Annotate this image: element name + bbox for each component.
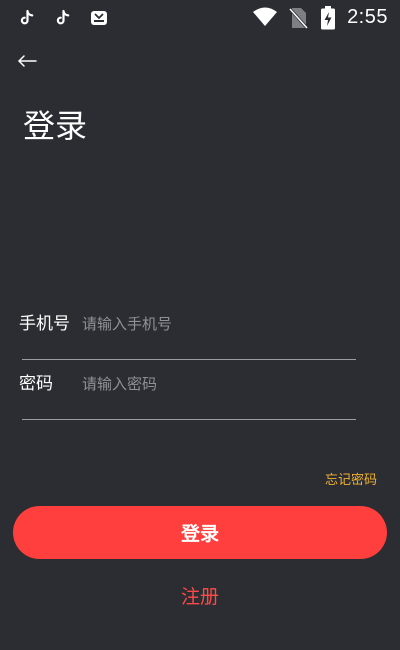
password-field-underline bbox=[22, 419, 356, 420]
wifi-icon bbox=[252, 6, 278, 28]
password-input[interactable] bbox=[82, 370, 352, 398]
status-bar: 2:55 bbox=[0, 0, 400, 36]
status-time: 2:55 bbox=[347, 6, 388, 28]
page-title: 登录 bbox=[23, 107, 88, 145]
tiktok-icon bbox=[18, 9, 36, 27]
arrow-left-icon bbox=[14, 55, 42, 78]
register-link[interactable]: 注册 bbox=[0, 582, 400, 609]
forgot-password-link[interactable]: 忘记密码 bbox=[325, 469, 377, 488]
password-label: 密码 bbox=[19, 374, 53, 394]
phone-field-row: 手机号 bbox=[18, 302, 356, 360]
phone-label: 手机号 bbox=[19, 314, 70, 334]
phone-input[interactable] bbox=[82, 310, 352, 338]
password-field-row: 密码 bbox=[18, 362, 356, 420]
back-button[interactable] bbox=[14, 48, 42, 74]
tiktok-icon bbox=[54, 9, 72, 27]
battery-charging-icon bbox=[320, 6, 336, 30]
login-button[interactable]: 登录 bbox=[13, 506, 387, 559]
no-sim-icon bbox=[288, 7, 309, 30]
phone-field-underline bbox=[22, 359, 356, 360]
app-notification-icon bbox=[90, 9, 108, 27]
